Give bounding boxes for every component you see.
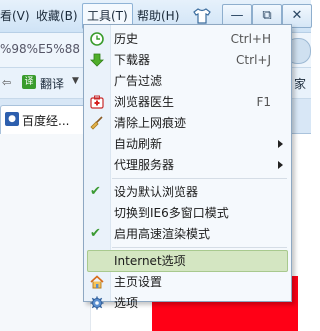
address-text[interactable]: %98%E5%88 [0,42,80,56]
shirt-icon[interactable] [193,8,211,24]
download-arrow-icon [90,53,104,67]
menu-separator [112,178,287,179]
menu-item-label: 广告过滤 [114,74,163,88]
menu-item-downloader[interactable]: 下载器 Ctrl+J [84,50,291,70]
house-icon [90,275,104,289]
menu-item-label: 主页设置 [114,275,163,289]
menu-item-label: Internet选项 [114,254,186,268]
menu-item-internet-options[interactable]: Internet选项 [87,250,288,272]
menu-help[interactable]: 帮助(H) [137,7,179,25]
menu-item-label: 下载器 [114,53,151,67]
menu-view[interactable]: 看(V) [0,7,30,25]
menu-item-fast-render[interactable]: ✔ 启用高速渲染模式 [84,224,291,244]
menu-favorites[interactable]: 收藏(B) [36,7,78,25]
menu-item-history[interactable]: 历史 Ctrl+H [84,29,291,49]
menu-item-label: 代理服务器 [114,158,175,172]
baidu-paw-icon: ● [5,112,19,126]
menu-item-shortcut: Ctrl+J [236,53,271,67]
menu-item-label: 清除上网痕迹 [114,116,187,130]
menu-item-label: 自动刷新 [114,137,163,151]
checkmark-icon: ✔ [90,226,101,241]
menu-item-shortcut: F1 [256,95,271,109]
submenu-arrow-icon [278,140,283,148]
left-panel [0,134,91,331]
menu-item-label: 选项 [114,296,139,310]
clock-icon [90,32,104,46]
menu-item-clear-history[interactable]: 清除上网痕迹 [84,113,291,133]
menu-item-shortcut: Ctrl+H [230,32,271,46]
back-arrow-icon[interactable]: ⇦ [2,76,11,89]
menu-item-label: 切换到IE6多窗口模式 [114,206,229,220]
menu-item-homepage-settings[interactable]: 主页设置 [84,272,291,292]
menu-item-label: 设为默认浏览器 [114,185,199,199]
menu-item-options[interactable]: 选项 [84,293,291,310]
submenu-arrow-icon [278,161,283,169]
tools-dropdown-menu: 历史 Ctrl+H 下载器 Ctrl+J 广告过滤 浏览器医生 F1 清除上网痕… [83,24,292,310]
broom-icon [90,116,103,130]
menu-item-ie6-mode[interactable]: 切换到IE6多窗口模式 [84,203,291,223]
translate-icon: 译 [22,75,36,89]
menu-item-proxy-server[interactable]: 代理服务器 [84,155,291,175]
translate-button[interactable]: 翻译 [40,75,64,92]
tab-baidu[interactable]: ● 百度经... [0,105,90,134]
toolbar-right-text[interactable]: 家 [294,75,306,92]
first-aid-icon [90,95,104,109]
menu-item-ad-filter[interactable]: 广告过滤 [84,71,291,91]
tab-label: 百度经... [22,114,70,128]
menu-item-label: 启用高速渲染模式 [114,227,211,241]
menu-item-label: 历史 [114,32,139,46]
menu-item-auto-refresh[interactable]: 自动刷新 [84,134,291,154]
checkmark-icon: ✔ [90,184,101,199]
chevron-down-icon[interactable]: ▼ [72,76,79,86]
menu-item-browser-doctor[interactable]: 浏览器医生 F1 [84,92,291,112]
menu-item-set-default-browser[interactable]: ✔ 设为默认浏览器 [84,182,291,202]
gear-icon [90,296,104,310]
menu-separator [112,247,287,248]
menu-item-label: 浏览器医生 [114,95,175,109]
